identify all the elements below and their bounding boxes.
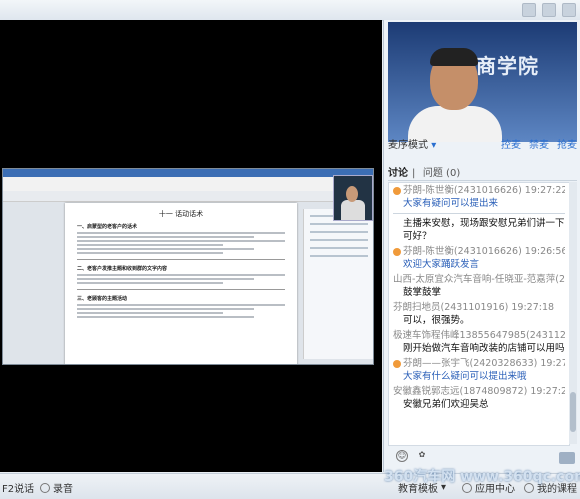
close-button[interactable] [562,3,576,17]
side-chat-line [310,239,368,241]
mic-mode-label: 麦序模式 [388,140,428,151]
message-meta-text: 芬朗-陈世衡(2431016626) 19:26:56 [403,246,565,257]
message-text: 刚开始做汽车音响改装的店铺可以用吗 [403,343,565,354]
side-chat-line [310,223,368,225]
side-chat-line [310,247,368,249]
chat-divider [393,213,565,214]
chat-input-bar: ☺ ✿ [388,446,577,468]
doc-section-1: 一、启蒙型的老客户的话术 [77,224,138,230]
record-icon [40,482,50,493]
message-text: 鼓掌鼓掌 [403,287,442,298]
grab-mic-button[interactable]: 抢麦 [557,136,577,151]
push-to-talk-button[interactable]: F2说话 [2,480,34,495]
message-meta: 芬朗-陈世衡(2431016626) 19:27:22 [393,184,565,197]
shared-camera-inset [333,175,373,221]
pinned-meta-text: 芬朗-陈世衡(2431016626) 19:27:22 [403,185,565,196]
doc-line [77,308,254,310]
side-chat-line [310,231,368,233]
doc-divider [77,259,285,260]
doc-line [77,244,223,246]
shared-document: 十一 话动话术 一、启蒙型的老客户的话术 二、老客户发推主题和收到群的文字内容 … [65,203,297,364]
doc-section-3: 三、老顾客的主题活动 [77,296,128,302]
message-meta: 芬朗扫地员(2431101916) 19:27:18 [393,302,555,313]
shared-ribbon [3,177,373,192]
doc-divider [77,289,285,290]
chevron-down-icon: ▾ [431,140,437,151]
tab-questions[interactable]: 问题 (0) [423,168,460,179]
list-item: 芬朗扫地员(2431101916) 19:27:18 可以，很强势。 [389,300,569,328]
shared-ribbon-tabs [3,191,373,202]
right-panel: 商学院 麦序模式 ▾ 控麦 禁麦 抢麦 讨论 | 问题 (0) 芬朗-陈世衡(24… [383,20,580,472]
camera-backdrop-text: 商学院 [476,54,539,78]
list-item: 安徽鑫锐郭志远(1874809872) 19:27:22 安徽兄弟们欢迎吴总 [389,384,569,412]
pinned-text: 大家有疑问可以提出来 [403,198,499,209]
record-button[interactable]: 录音 [40,480,73,495]
message-meta-text: 芬朗——张宇飞(2420328633) 19:27:19 [403,358,565,369]
shared-screen: 十一 话动话术 一、启蒙型的老客户的话术 二、老客户发推主题和收到群的文字内容 … [2,168,374,365]
chat-tabs: 讨论 | 问题 (0) [388,164,577,181]
watermark: 360汽车网 www.360qc.com [384,469,580,485]
message-meta: 安徽鑫锐郭志远(1874809872) 19:27:22 [393,386,565,397]
flower-icon[interactable]: ✿ [416,450,428,462]
message-text: 可以，很强势。 [403,315,470,326]
side-chat-line [310,255,368,257]
message-meta: 芬朗-陈世衡(2431016626) 19:26:56 [393,245,565,258]
message-meta: 山西-太原宜众汽车音响-任晓亚-范嘉萍(2431… [393,274,565,285]
doc-line [77,240,285,242]
push-to-talk-label: F2说话 [2,484,35,495]
doc-line [77,232,285,234]
pinned-message: 芬朗-陈世衡(2431016626) 19:27:22 大家有疑问可以提出来 [389,183,569,211]
doc-line [77,236,254,238]
message-meta: 极速车饰程伟峰13855647985(2431123344) [393,330,565,341]
minimize-button[interactable] [522,3,536,17]
mute-mic-button[interactable]: 禁麦 [529,136,549,151]
teacher-camera: 商学院 [388,22,577,142]
doc-section-2: 二、老客户发推主题和收到群的文字内容 [77,266,168,272]
doc-line [77,312,223,314]
doc-title: 十一 话动话术 [158,210,204,218]
tab-discussion[interactable]: 讨论 [388,168,408,179]
list-item: 山西-太原宜众汽车音响-任晓亚-范嘉萍(2431… 鼓掌鼓掌 [389,272,569,300]
doc-line [77,248,254,250]
teacher-icon [393,359,401,368]
maximize-button[interactable] [542,3,556,17]
control-mic-button[interactable]: 控麦 [501,136,521,151]
chat-list[interactable]: 芬朗-陈世衡(2431016626) 19:27:22 大家有疑问可以提出来 主… [388,182,570,446]
video-area[interactable]: 十一 话动话术 一、启蒙型的老客户的话术 二、老客户发推主题和收到群的文字内容 … [0,20,382,490]
send-button[interactable] [559,452,575,464]
message-text: 安徽兄弟们欢迎吴总 [403,399,489,410]
doc-line [77,304,285,306]
list-item: 芬朗——张宇飞(2420328633) 19:27:19 大家有什么疑问可以提出… [389,356,569,384]
inset-face [346,186,358,202]
window-controls [522,3,576,17]
emoji-icon[interactable]: ☺ [396,450,408,462]
mic-mode-bar: 麦序模式 ▾ 控麦 禁麦 抢麦 [388,134,577,152]
message-meta: 芬朗——张宇飞(2420328633) 19:27:19 [393,357,565,370]
message-text: 主播来安慰，现场跟安慰兄弟们讲一下可好？ [403,218,565,242]
record-label: 录音 [53,484,73,495]
teacher-hair [430,48,478,66]
doc-line [77,252,223,254]
mic-mode-dropdown[interactable]: 麦序模式 ▾ [388,136,436,151]
doc-line [77,274,285,276]
shared-side-chat [303,209,373,359]
list-item: 极速车饰程伟峰13855647985(2431123344) 刚开始做汽车音响改… [389,328,569,356]
scrollbar-thumb[interactable] [570,392,576,432]
shared-window-titlebar [3,169,373,177]
teacher-icon [393,186,401,195]
list-item: 主播来安慰，现场跟安慰兄弟们讲一下可好？ [389,216,569,244]
doc-line [77,282,223,284]
chat-scrollbar[interactable] [569,182,577,444]
title-bar [0,0,580,21]
doc-line [77,278,254,280]
list-item: 芬朗-陈世衡(2431016626) 19:26:56 欢迎大家踊跃发言 [389,244,569,272]
doc-line [77,316,254,318]
tab-separator: | [412,168,416,179]
message-text: 欢迎大家踊跃发言 [403,259,480,270]
inset-shirt [341,200,365,220]
message-text: 大家有什么疑问可以提出来哦 [403,371,527,382]
teacher-icon [393,247,401,256]
